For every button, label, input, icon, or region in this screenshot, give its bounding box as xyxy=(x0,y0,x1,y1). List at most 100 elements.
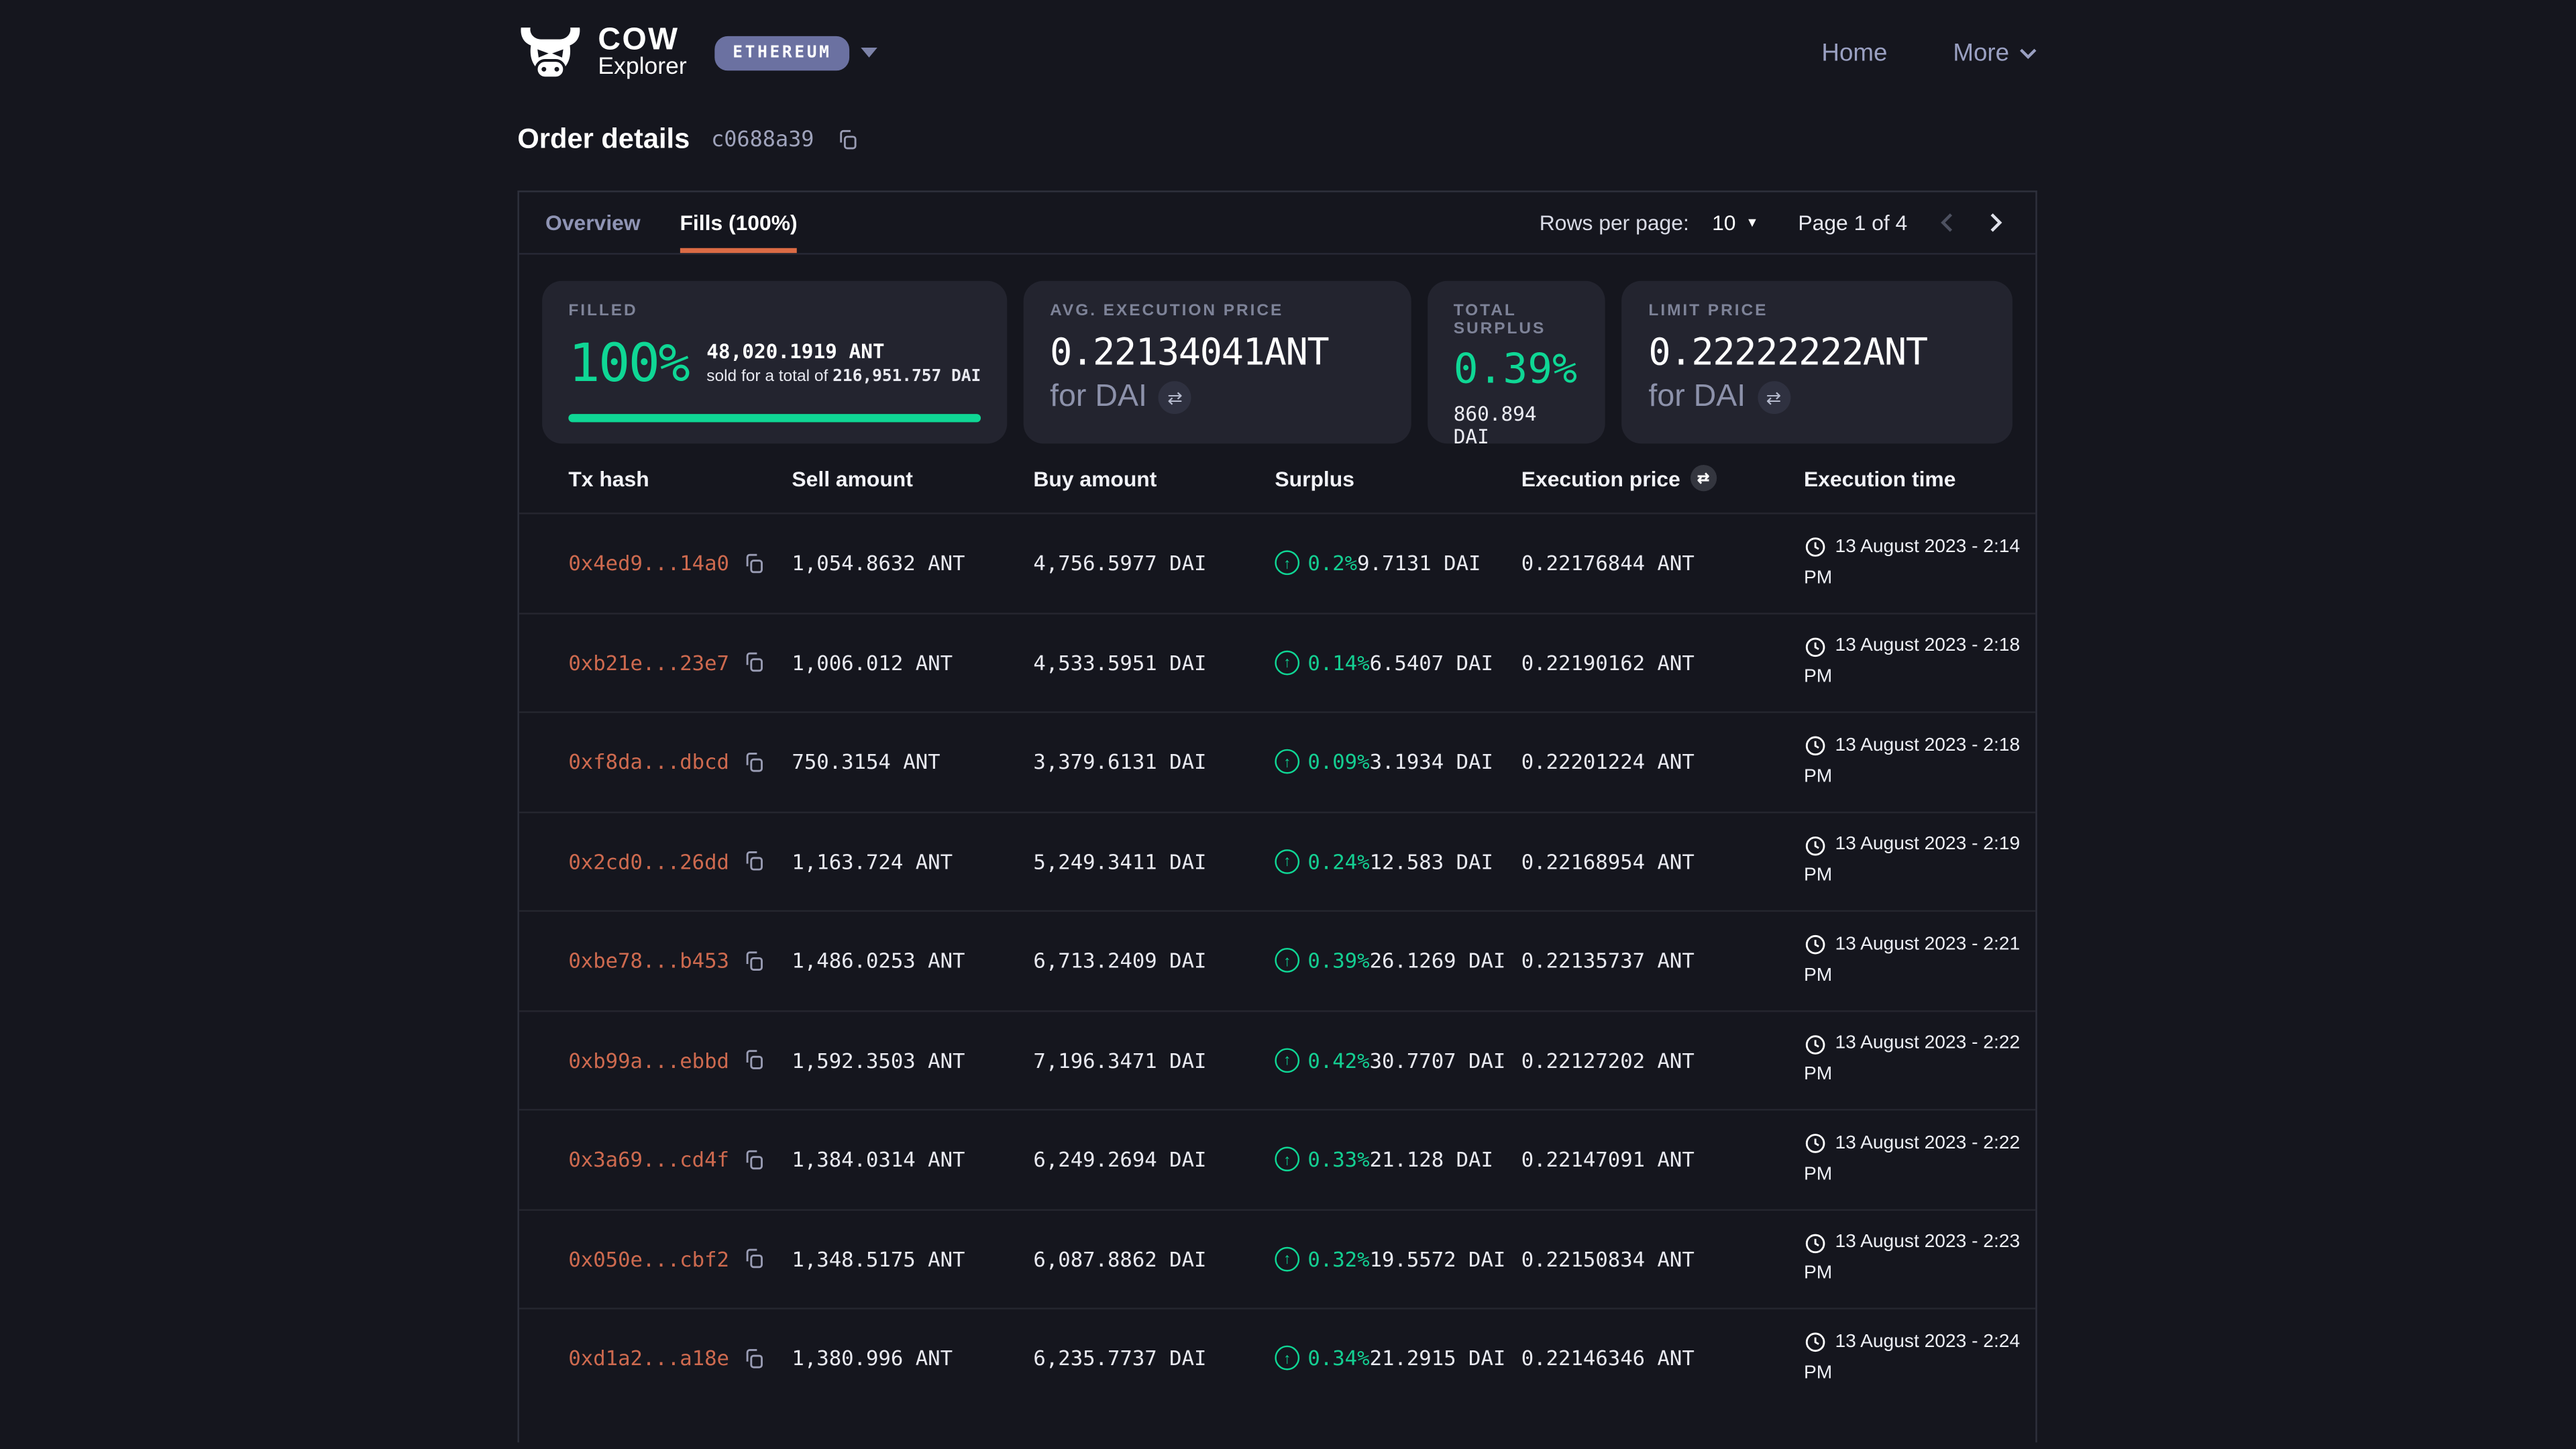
execution-time-line1: 13 August 2023 - 2:24 xyxy=(1835,1327,2021,1358)
execution-time-line2: PM xyxy=(1804,762,2023,794)
surplus-amount: 26.1269 DAI xyxy=(1370,949,1506,973)
network-badge[interactable]: ETHEREUM xyxy=(714,36,849,70)
surplus-cell: ↑ 0.14% 6.5407 DAI xyxy=(1275,650,1521,675)
column-sell-amount: Sell amount xyxy=(792,466,1033,490)
buy-amount: 4,756.5977 DAI xyxy=(1033,551,1275,576)
sell-amount: 1,163.724 ANT xyxy=(792,849,1033,874)
column-buy-amount: Buy amount xyxy=(1033,466,1275,490)
tx-hash-cell: 0xf8da...dbcd xyxy=(568,749,792,774)
cow-icon xyxy=(517,25,583,80)
tx-hash-link[interactable]: 0xf8da...dbcd xyxy=(568,749,729,774)
execution-price: 0.22168954 ANT xyxy=(1521,849,1804,874)
tx-hash-cell: 0x3a69...cd4f xyxy=(568,1147,792,1172)
execution-time: 13 August 2023 - 2:22 PM xyxy=(1804,1029,2023,1091)
tx-hash-link[interactable]: 0x3a69...cd4f xyxy=(568,1147,729,1172)
execution-time-line1: 13 August 2023 - 2:22 xyxy=(1835,1128,2021,1160)
surplus-cell: ↑ 0.33% 21.128 DAI xyxy=(1275,1147,1521,1172)
nav-more[interactable]: More xyxy=(1953,39,2037,67)
fills-table-body: 0x4ed9...14a0 1,054.8632 ANT 4,756.5977 … xyxy=(519,513,2035,1407)
surplus-up-icon: ↑ xyxy=(1275,749,1299,774)
avg-price-label: AVG. EXECUTION PRICE xyxy=(1050,303,1385,321)
surplus-amount: 21.128 DAI xyxy=(1370,1147,1493,1172)
copy-tx-icon[interactable] xyxy=(743,551,765,574)
clock-icon xyxy=(1804,934,1827,957)
invert-price-icon[interactable]: ⇄ xyxy=(1690,465,1717,491)
copy-tx-icon[interactable] xyxy=(743,1347,765,1370)
surplus-up-icon: ↑ xyxy=(1275,1048,1299,1073)
copy-tx-icon[interactable] xyxy=(743,651,765,674)
surplus-amount: 30.7707 DAI xyxy=(1370,1048,1506,1073)
clock-icon xyxy=(1804,834,1827,857)
tx-hash-link[interactable]: 0xbe78...b453 xyxy=(568,949,729,973)
logo-text: COW Explorer xyxy=(598,25,686,80)
copy-tx-icon[interactable] xyxy=(743,751,765,773)
copy-tx-icon[interactable] xyxy=(743,1247,765,1270)
main-nav: Home More xyxy=(1821,39,2037,67)
surplus-amount: 12.583 DAI xyxy=(1370,849,1493,874)
chevron-down-icon xyxy=(2019,47,2037,58)
nav-home[interactable]: Home xyxy=(1821,39,1887,67)
order-panel: Overview Fills (100%) Rows per page: 10 … xyxy=(517,191,2037,1442)
surplus-cell: ↑ 0.42% 30.7707 DAI xyxy=(1275,1048,1521,1073)
surplus-up-icon: ↑ xyxy=(1275,849,1299,874)
avg-price-value: 0.22134041ANT xyxy=(1050,332,1385,375)
execution-time: 13 August 2023 - 2:23 PM xyxy=(1804,1228,2023,1290)
sell-amount: 1,348.5175 ANT xyxy=(792,1246,1033,1271)
tx-hash-link[interactable]: 0x4ed9...14a0 xyxy=(568,551,729,576)
execution-time: 13 August 2023 - 2:22 PM xyxy=(1804,1128,2023,1191)
surplus-up-icon: ↑ xyxy=(1275,949,1299,973)
logo[interactable]: COW Explorer xyxy=(517,25,686,80)
page: COW Explorer ETHEREUM Home More Order de… xyxy=(0,0,2576,1449)
execution-time-line2: PM xyxy=(1804,1259,2023,1291)
copy-tx-icon[interactable] xyxy=(743,1148,765,1171)
table-row: 0xb99a...ebbd 1,592.3503 ANT 7,196.3471 … xyxy=(519,1010,2035,1109)
previous-page-button[interactable] xyxy=(1933,209,1962,237)
total-surplus-label: TOTAL SURPLUS xyxy=(1454,303,1580,339)
surplus-amount: 3.1934 DAI xyxy=(1370,749,1493,774)
copy-order-id-icon[interactable] xyxy=(835,128,858,151)
execution-time-line1: 13 August 2023 - 2:19 xyxy=(1835,830,2021,861)
tx-hash-link[interactable]: 0xb99a...ebbd xyxy=(568,1048,729,1073)
swap-currency-icon[interactable]: ⇄ xyxy=(1757,381,1790,414)
copy-tx-icon[interactable] xyxy=(743,1049,765,1071)
surplus-amount: 19.5572 DAI xyxy=(1370,1246,1506,1271)
column-surplus: Surplus xyxy=(1275,466,1521,490)
surplus-cell: ↑ 0.24% 12.583 DAI xyxy=(1275,849,1521,874)
tx-hash-link[interactable]: 0xd1a2...a18e xyxy=(568,1346,729,1371)
column-tx-hash: Tx hash xyxy=(568,466,792,490)
tx-hash-link[interactable]: 0x2cd0...26dd xyxy=(568,849,729,874)
filled-amount: 48,020.1919 ANT xyxy=(706,340,981,363)
clock-icon xyxy=(1804,536,1827,559)
copy-tx-icon[interactable] xyxy=(743,850,765,873)
sell-amount: 1,380.996 ANT xyxy=(792,1346,1033,1371)
total-surplus-value: 860.894 DAI xyxy=(1454,402,1580,449)
execution-time: 13 August 2023 - 2:19 PM xyxy=(1804,830,2023,892)
execution-price: 0.22147091 ANT xyxy=(1521,1147,1804,1172)
clock-icon xyxy=(1804,1331,1827,1354)
tx-hash-link[interactable]: 0xb21e...23e7 xyxy=(568,650,729,675)
network-caret-icon[interactable] xyxy=(861,48,877,58)
table-row: 0x3a69...cd4f 1,384.0314 ANT 6,249.2694 … xyxy=(519,1109,2035,1208)
tab-fills[interactable]: Fills (100%) xyxy=(680,193,797,254)
execution-price-label: Execution price xyxy=(1521,466,1680,490)
tx-hash-cell: 0x4ed9...14a0 xyxy=(568,551,792,576)
surplus-cell: ↑ 0.2% 9.7131 DAI xyxy=(1275,551,1521,576)
tx-hash-link[interactable]: 0x050e...cbf2 xyxy=(568,1246,729,1271)
copy-tx-icon[interactable] xyxy=(743,949,765,972)
surplus-up-icon: ↑ xyxy=(1275,650,1299,675)
buy-amount: 4,533.5951 DAI xyxy=(1033,650,1275,675)
rows-per-page-select[interactable]: 10 ▼ xyxy=(1712,210,1759,235)
column-execution-price: Execution price ⇄ xyxy=(1521,465,1804,491)
clock-icon xyxy=(1804,1033,1827,1056)
avg-execution-price-card: AVG. EXECUTION PRICE 0.22134041ANT for D… xyxy=(1024,281,1411,443)
tab-overview[interactable]: Overview xyxy=(545,193,641,254)
execution-time-line2: PM xyxy=(1804,1159,2023,1191)
tx-hash-cell: 0x2cd0...26dd xyxy=(568,849,792,874)
tx-hash-cell: 0x050e...cbf2 xyxy=(568,1246,792,1271)
next-page-button[interactable] xyxy=(1981,209,2009,237)
swap-currency-icon[interactable]: ⇄ xyxy=(1159,381,1191,414)
surplus-up-icon: ↑ xyxy=(1275,1346,1299,1371)
execution-time-line1: 13 August 2023 - 2:14 xyxy=(1835,532,2021,564)
filled-card: FILLED 100% 48,020.1919 ANT sold for a t… xyxy=(542,281,1007,443)
surplus-up-icon: ↑ xyxy=(1275,1246,1299,1271)
